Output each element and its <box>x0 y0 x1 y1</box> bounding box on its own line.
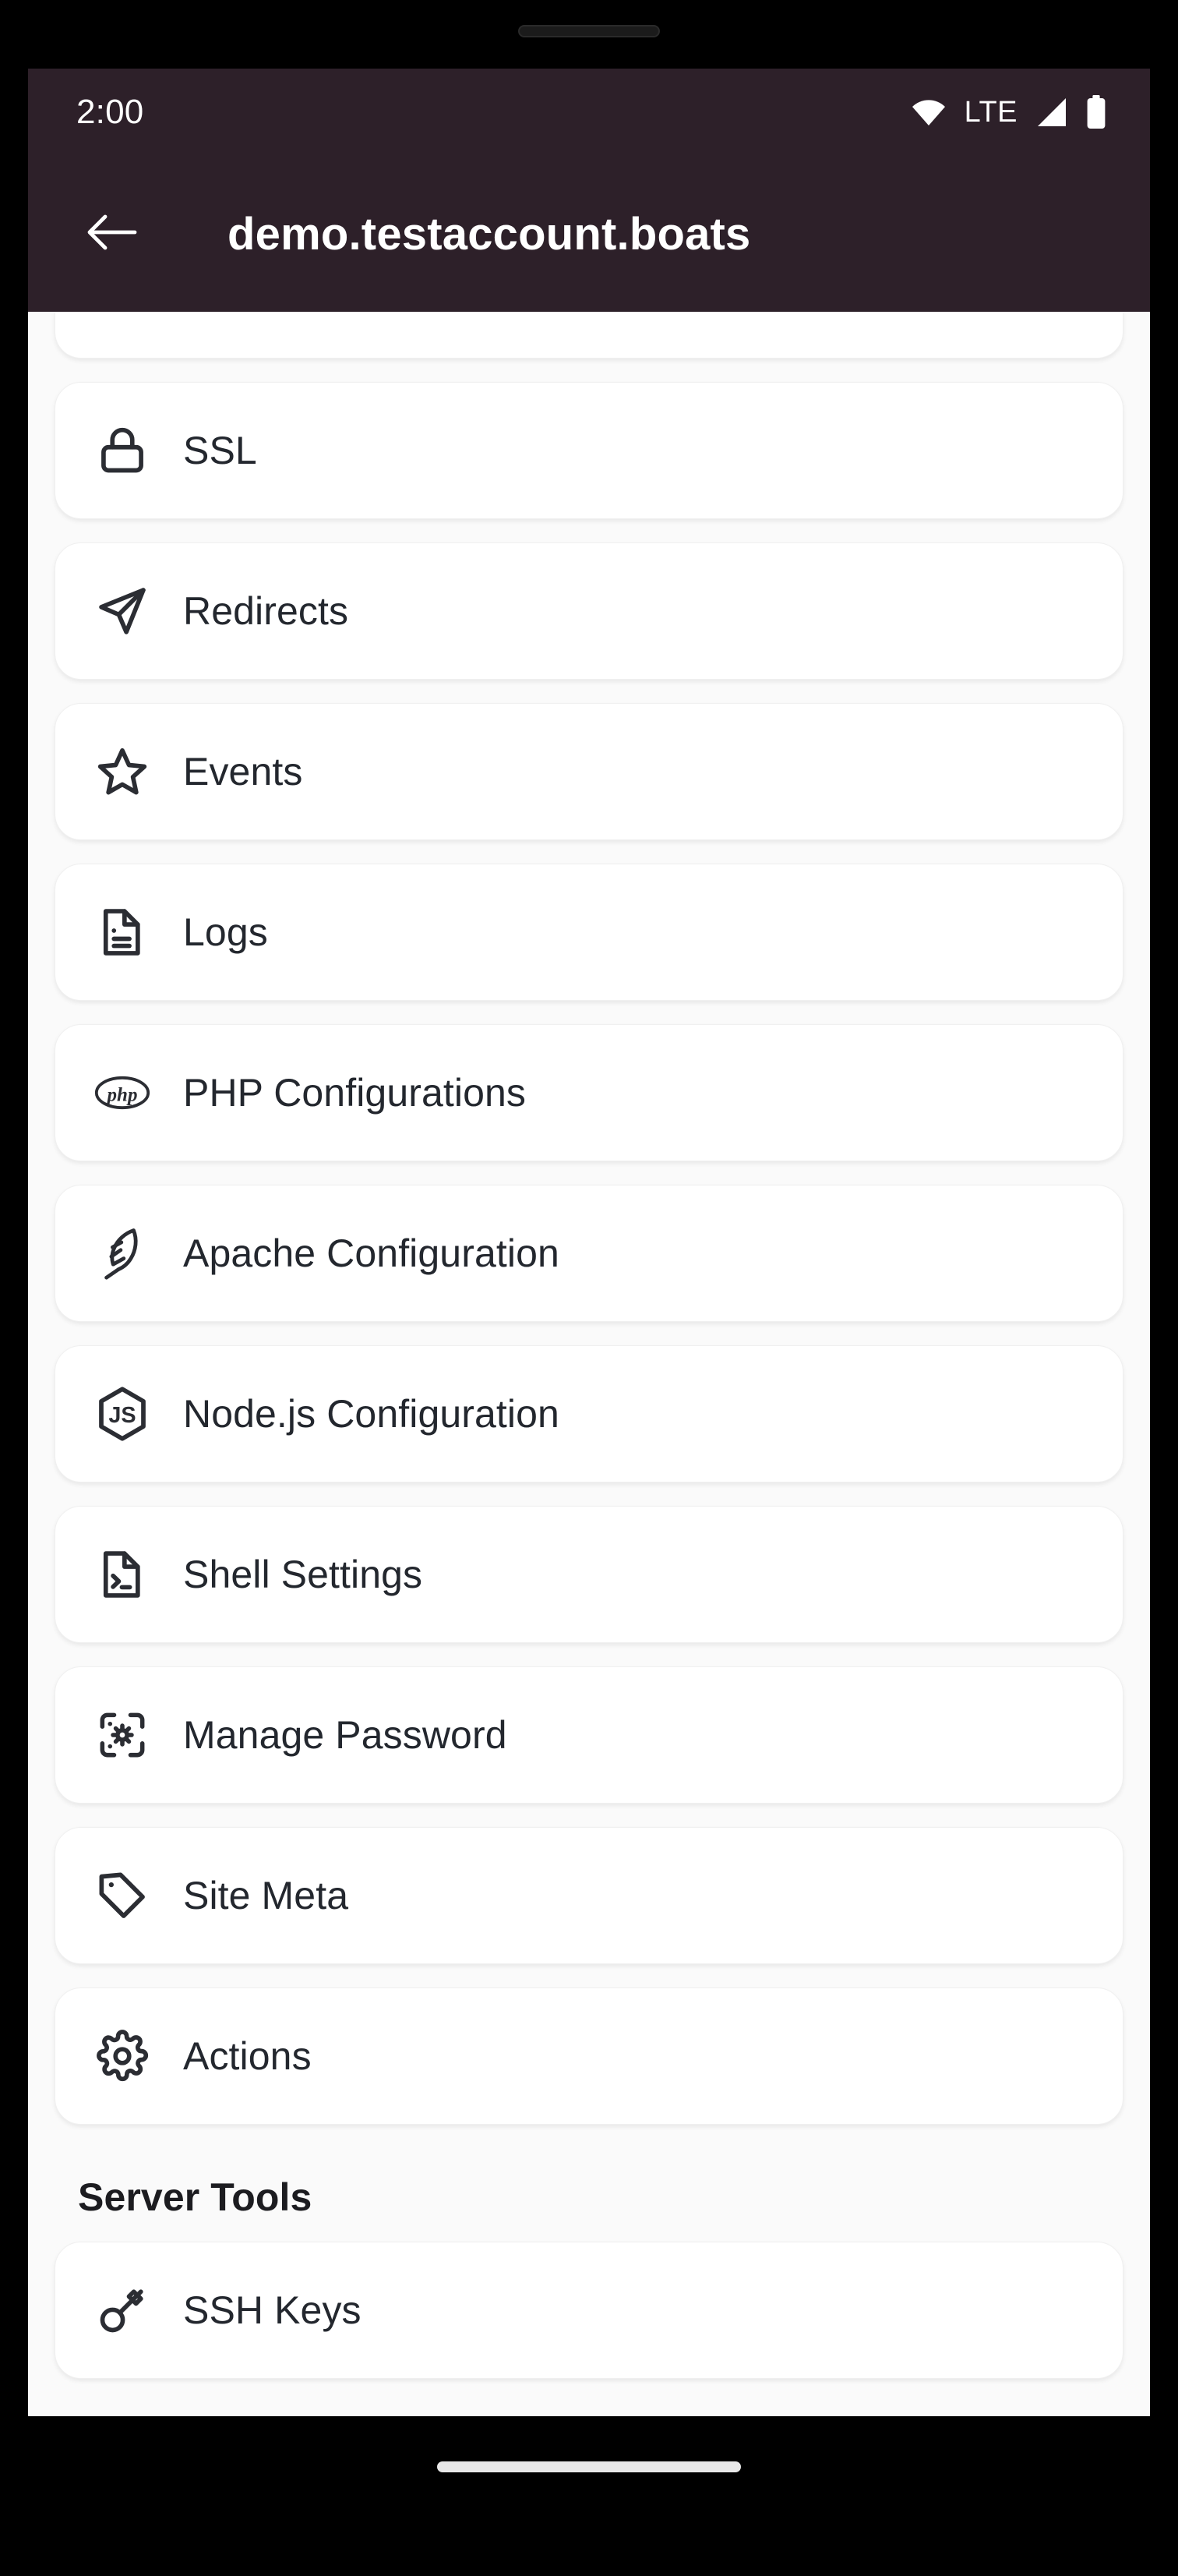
list-item-site-meta[interactable]: Site Meta <box>55 1827 1123 1964</box>
page-title: demo.testaccount.boats <box>227 208 751 260</box>
settings-list[interactable]: SSL Redirects Events Logs php PHP Config… <box>28 312 1150 2416</box>
status-bar: 2:00 LTE <box>28 69 1150 156</box>
server-gear-icon <box>93 1705 152 1765</box>
phone-screen: 2:00 LTE demo.testaccount.boats SSL Redi… <box>28 69 1150 2416</box>
network-type-label: LTE <box>964 95 1018 129</box>
lock-icon <box>93 421 152 480</box>
php-icon: php <box>93 1063 152 1122</box>
list-item-label: SSH Keys <box>183 2288 362 2332</box>
gear-icon <box>93 2027 152 2086</box>
back-arrow-icon <box>86 210 138 258</box>
signal-icon <box>1035 97 1069 128</box>
list-item-actions[interactable]: Actions <box>55 1988 1123 2125</box>
list-item-events[interactable]: Events <box>55 703 1123 840</box>
app-bar: demo.testaccount.boats <box>28 156 1150 312</box>
nodejs-icon: JS <box>93 1384 152 1443</box>
list-item-label: Site Meta <box>183 1874 349 1917</box>
battery-icon <box>1086 95 1106 129</box>
home-gesture-pill[interactable] <box>437 2461 741 2472</box>
list-item-ssh-keys[interactable]: SSH Keys <box>55 2242 1123 2379</box>
list-item-label: Apache Configuration <box>183 1231 559 1275</box>
list-item-shell-settings[interactable]: Shell Settings <box>55 1506 1123 1643</box>
gesture-navigation-bar <box>28 2416 1150 2518</box>
list-item-label: Shell Settings <box>183 1553 423 1596</box>
earpiece-speaker <box>518 25 660 37</box>
phone-device-frame: 2:00 LTE demo.testaccount.boats SSL Redi… <box>0 0 1178 2576</box>
list-item-label: Logs <box>183 910 268 954</box>
list-item-label: Events <box>183 750 303 793</box>
wifi-icon <box>910 97 947 128</box>
section-header-server-tools: Server Tools <box>78 2175 312 2219</box>
list-item-label: SSL <box>183 429 257 472</box>
status-bar-icons: LTE <box>910 95 1106 129</box>
terminal-file-icon <box>93 1545 152 1604</box>
list-item-logs[interactable]: Logs <box>55 864 1123 1001</box>
svg-text:php: php <box>106 1084 138 1105</box>
list-item-clipped[interactable] <box>55 312 1123 359</box>
list-item-label: Actions <box>183 2034 312 2078</box>
back-button[interactable] <box>76 198 148 270</box>
star-icon <box>93 742 152 801</box>
list-item-label: PHP Configurations <box>183 1071 527 1115</box>
tag-icon <box>93 1866 152 1925</box>
key-icon <box>93 2281 152 2340</box>
send-arrow-icon <box>93 581 152 641</box>
list-item-label: Manage Password <box>183 1713 507 1757</box>
list-item-php-configurations[interactable]: php PHP Configurations <box>55 1024 1123 1161</box>
list-item-label: Redirects <box>183 589 349 633</box>
feather-icon <box>93 1224 152 1283</box>
list-item-label: Node.js Configuration <box>183 1392 559 1436</box>
list-item-ssl[interactable]: SSL <box>55 382 1123 519</box>
list-item-apache-configuration[interactable]: Apache Configuration <box>55 1185 1123 1322</box>
list-item-nodejs-configuration[interactable]: JS Node.js Configuration <box>55 1345 1123 1482</box>
document-lines-icon <box>93 903 152 962</box>
svg-text:JS: JS <box>108 1403 136 1428</box>
list-item-redirects[interactable]: Redirects <box>55 542 1123 680</box>
list-item-manage-password[interactable]: Manage Password <box>55 1666 1123 1804</box>
status-bar-clock: 2:00 <box>76 93 144 131</box>
